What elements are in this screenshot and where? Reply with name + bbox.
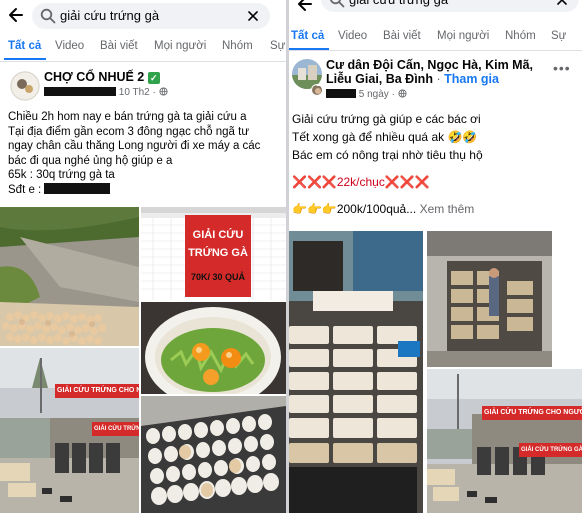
post-photo-egg-shop[interactable] bbox=[289, 231, 423, 513]
post-line: 65k : 30q trứng gà ta bbox=[8, 169, 115, 182]
globe-icon bbox=[398, 89, 407, 98]
stall-banner: GIẢI CỨU TRỨNG CHO NGƯỜI CHĂN bbox=[482, 406, 582, 420]
post-line bbox=[292, 164, 483, 173]
tabs-divider bbox=[0, 61, 286, 62]
search-input[interactable]: giải cứu trứng gà bbox=[32, 3, 270, 29]
post-body: Chiều 2h hom nay e bán trứng gà ta giải … bbox=[8, 110, 260, 198]
search-icon bbox=[40, 8, 56, 24]
post-photo-roadside-stall[interactable]: GIẢI CỨU TRỨNG CHO NGƯỜI CHĂN GIẢI CỨU T… bbox=[427, 369, 582, 513]
post-line: Giải cứu trứng gà giúp e các bác ơi bbox=[292, 112, 481, 126]
author-avatar[interactable] bbox=[311, 84, 323, 96]
post-line: Tết xong gà để nhiều quá ak 🤣🤣 bbox=[292, 130, 478, 144]
back-arrow-icon[interactable] bbox=[295, 0, 315, 14]
group-avatar[interactable] bbox=[10, 71, 40, 101]
stall-banner: GIẢI CỨU TRỨNG CHO NGƯỜI CHĂN bbox=[55, 384, 139, 398]
post-photo-price-sign[interactable]: GIẢI CỨU TRỨNG GÀ 70K/ 30 QUẢ bbox=[141, 207, 286, 300]
tab-video[interactable]: Video bbox=[338, 30, 367, 42]
search-results-panel-left: giải cứu trứng gà Tất cả Video Bài viết … bbox=[0, 0, 286, 513]
tab-posts[interactable]: Bài viết bbox=[100, 40, 138, 52]
post-line: Tại địa điểm gần ecom 3 đông ngạc chỗ ng… bbox=[8, 125, 250, 138]
back-arrow-icon[interactable] bbox=[6, 5, 26, 25]
redacted-author bbox=[44, 87, 116, 96]
post-line: Sđt e : bbox=[8, 182, 260, 198]
post-line: Bác em có nông trại nhờ tiêu thụ hộ bbox=[292, 148, 483, 162]
post-photo-eggs-roadside[interactable] bbox=[0, 207, 139, 346]
post-line: ❌❌❌22k/chục❌❌❌ bbox=[292, 175, 430, 189]
tab-groups[interactable]: Nhóm bbox=[505, 30, 536, 42]
post-photo-roadside-stall[interactable]: GIẢI CỨU TRỨNG CHO NGƯỜI CHĂN GIẢI CỨU T… bbox=[0, 348, 139, 513]
post-line: bác đi qua nghé ủng hộ giúp e a bbox=[8, 154, 173, 167]
join-group-link[interactable]: Tham gia bbox=[444, 72, 499, 86]
post-photo-warehouse[interactable] bbox=[427, 231, 552, 367]
tab-all[interactable]: Tất cả bbox=[8, 40, 41, 52]
tab-more[interactable]: Sự bbox=[551, 30, 566, 42]
post-line bbox=[292, 191, 483, 200]
stall-banner-2: GIẢI CỨU TRỨNG GÀ NGƯỜI bbox=[519, 443, 582, 457]
group-name[interactable]: CHỢ CỔ NHUẾ 2 ✓ bbox=[44, 70, 160, 84]
post-meta: 10 Th2 · bbox=[44, 87, 168, 98]
see-more-link[interactable]: Xem thêm bbox=[420, 202, 475, 216]
post-line: Chiều 2h hom nay e bán trứng gà ta giải … bbox=[8, 111, 247, 123]
search-input[interactable]: giải cứu trứng gà bbox=[321, 0, 579, 12]
group-name[interactable]: Cư dân Đội Cấn, Ngọc Hà, Kim Mã, Liễu Gi… bbox=[326, 58, 576, 86]
post-photo-cooked-eggs[interactable] bbox=[141, 302, 286, 394]
search-query: giải cứu trứng gà bbox=[60, 8, 160, 23]
tab-posts[interactable]: Bài viết bbox=[383, 30, 421, 42]
search-filter-tabs: Tất cả Video Bài viết Mọi người Nhóm Sự bbox=[289, 28, 582, 50]
search-icon bbox=[330, 0, 345, 8]
tab-groups[interactable]: Nhóm bbox=[222, 40, 253, 52]
active-tab-indicator bbox=[4, 58, 46, 60]
more-options-icon[interactable]: ••• bbox=[553, 60, 571, 76]
verified-badge-icon: ✓ bbox=[147, 72, 160, 84]
post-body: Giải cứu trứng gà giúp e các bác ơi Tết … bbox=[292, 110, 483, 218]
post-line: ngay chân cầu thăng Long người đi xe máy… bbox=[8, 140, 261, 153]
redacted-author bbox=[326, 89, 356, 98]
clear-search-icon[interactable] bbox=[246, 9, 260, 23]
tab-video[interactable]: Video bbox=[55, 40, 84, 52]
search-bar: giải cứu trứng gà bbox=[0, 2, 286, 30]
clear-search-icon[interactable] bbox=[555, 0, 569, 7]
stall-banner-2: GIẢI CỨU TRỨNG GÀ NGƯỜI bbox=[92, 422, 139, 436]
tabs-divider bbox=[289, 50, 582, 51]
tab-people[interactable]: Mọi người bbox=[154, 40, 206, 52]
post-line: 👉👉👉200k/100quả... Xem thêm bbox=[292, 202, 475, 216]
search-bar: giải cứu trứng gà bbox=[289, 0, 582, 28]
tab-all[interactable]: Tất cả bbox=[291, 30, 324, 42]
tab-people[interactable]: Mọi người bbox=[437, 30, 489, 42]
globe-icon bbox=[159, 87, 168, 96]
search-filter-tabs: Tất cả Video Bài viết Mọi người Nhóm Sự bbox=[0, 38, 286, 60]
post-meta: 5 ngày · bbox=[326, 89, 407, 100]
tab-more[interactable]: Sự bbox=[270, 40, 285, 52]
search-results-panel-right: giải cứu trứng gà Tất cả Video Bài viết … bbox=[289, 0, 582, 513]
search-query: giải cứu trứng gà bbox=[349, 0, 448, 7]
redacted-phone bbox=[44, 182, 111, 194]
price-sign: GIẢI CỨU TRỨNG GÀ 70K/ 30 QUẢ bbox=[185, 215, 251, 297]
post-photo-egg-trays[interactable] bbox=[141, 396, 286, 513]
